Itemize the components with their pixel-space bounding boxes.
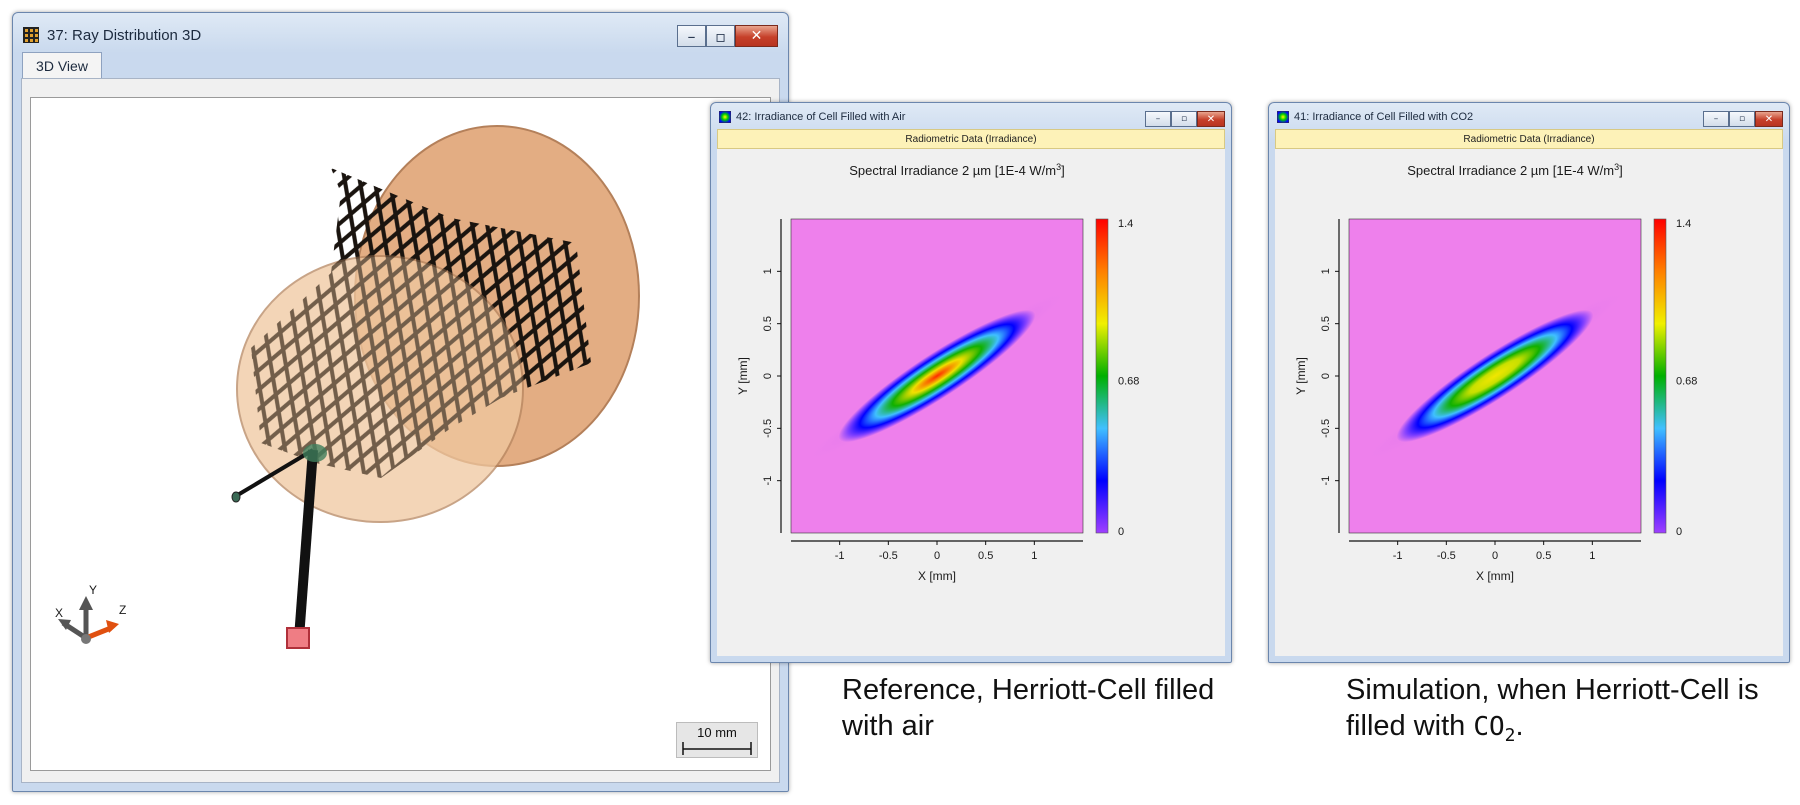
colorbar-tick-label: 1.4 (1676, 218, 1691, 230)
window-titlebar[interactable]: 37: Ray Distribution 3D (13, 13, 788, 57)
co2-formula-main: CO (1473, 712, 1505, 742)
colorbar-tick-label: 1.4 (1118, 218, 1133, 230)
tab-3d-view[interactable]: 3D View (22, 52, 102, 78)
3d-viewport[interactable]: Y X Z 10 mm (30, 97, 771, 771)
y-axis-label: Y [mm] (1294, 357, 1308, 395)
detector-marker (286, 627, 310, 649)
irradiance-co2-window: 41: Irradiance of Cell Filled with CO2 –… (1268, 102, 1790, 663)
caption-simulation: Simulation, when Herriott-Cell is filled… (1346, 672, 1766, 754)
axis-x-label: X (55, 606, 63, 620)
entry-point (303, 444, 327, 462)
close-button[interactable]: ✕ (735, 25, 778, 47)
maximize-button[interactable]: ▫ (706, 25, 735, 47)
axis-z-label: Z (119, 603, 126, 617)
x-tick-label: 0 (934, 550, 940, 562)
axis-y-label: Y (89, 583, 97, 597)
caption-simulation-text: Simulation, when Herriott-Cell is filled… (1346, 674, 1759, 742)
maximize-button[interactable]: ▫ (1171, 111, 1197, 127)
chart-title: Spectral Irradiance 2 µm [1E-4 W/m3] (1407, 162, 1623, 178)
x-tick-label: -0.5 (1437, 550, 1456, 562)
window-title: 42: Irradiance of Cell Filled with Air (736, 111, 906, 123)
irradiance-chart: Spectral Irradiance 2 µm [1E-4 W/m3] -1 -0… (1294, 162, 1697, 583)
x-tick-label: 0 (1492, 550, 1498, 562)
caption-reference: Reference, Herriott-Cell filled with air (842, 674, 1215, 742)
ray-distribution-window: 37: Ray Distribution 3D – ▫ ✕ 3D View Y … (12, 12, 789, 792)
heatmap-app-icon (1277, 111, 1289, 123)
minimize-button[interactable]: – (1145, 111, 1171, 127)
y-tick-label: 0 (1320, 373, 1332, 379)
heatmap-app-icon (719, 111, 731, 123)
x-tick-label: 1 (1031, 550, 1037, 562)
scale-bar: 10 mm (676, 722, 758, 758)
axes-triad: Y X Z (55, 583, 126, 644)
co2-formula: CO2 (1473, 712, 1515, 746)
x-tick-label: -0.5 (879, 550, 898, 562)
irradiance-plot-panel[interactable]: Spectral Irradiance 2 µm [1E-4 W/m3] -1 -0… (717, 149, 1225, 656)
minimize-button[interactable]: – (1703, 111, 1729, 127)
x-axis-label: X [mm] (1476, 569, 1514, 583)
colorbar-tick-label: 0.68 (1118, 375, 1139, 387)
radiometric-data-header: Radiometric Data (Irradiance) (1275, 129, 1783, 149)
x-axis-label: X [mm] (918, 569, 956, 583)
x-tick-label: 0.5 (1536, 550, 1551, 562)
window-title: 41: Irradiance of Cell Filled with CO2 (1294, 111, 1474, 123)
colorbar (1653, 218, 1667, 534)
radiometric-data-header: Radiometric Data (Irradiance) (717, 129, 1225, 149)
app-icon (23, 27, 39, 43)
y-tick-label: 0.5 (762, 316, 774, 331)
y-tick-label: 0.5 (1320, 316, 1332, 331)
y-tick-label: 0 (762, 373, 774, 379)
maximize-button[interactable]: ▫ (1729, 111, 1755, 127)
minimize-button[interactable]: – (677, 25, 706, 47)
x-tick-label: -1 (835, 550, 845, 562)
irradiance-air-window: 42: Irradiance of Cell Filled with Air –… (710, 102, 1232, 663)
source-marker (231, 491, 241, 503)
x-tick-label: 1 (1589, 550, 1595, 562)
irradiance-chart: Spectral Irradiance 2 µm [1E-4 W/m3] -1 -0… (736, 162, 1139, 583)
window-controls: – ▫ ✕ (1145, 111, 1225, 127)
close-button[interactable]: ✕ (1755, 111, 1783, 127)
co2-formula-subscript: 2 (1504, 725, 1516, 747)
ray-scene: Y X Z (55, 125, 640, 649)
y-tick-label: -1 (1320, 476, 1332, 486)
colorbar-tick-label: 0 (1676, 526, 1682, 538)
colorbar (1095, 218, 1109, 534)
y-tick-label: -0.5 (762, 419, 774, 438)
window-title: 37: Ray Distribution 3D (47, 26, 202, 44)
y-tick-label: 1 (762, 268, 774, 274)
y-tick-label: -0.5 (1320, 419, 1332, 438)
x-tick-label: 0.5 (978, 550, 993, 562)
colorbar-tick-label: 0.68 (1676, 375, 1697, 387)
y-tick-label: 1 (1320, 268, 1332, 274)
window-controls: – ▫ ✕ (677, 25, 778, 47)
close-button[interactable]: ✕ (1197, 111, 1225, 127)
view-frame: Y X Z 10 mm (21, 78, 780, 783)
y-axis-label: Y [mm] (736, 357, 750, 395)
irradiance-plot-panel[interactable]: Spectral Irradiance 2 µm [1E-4 W/m3] -1 -0… (1275, 149, 1783, 656)
window-controls: – ▫ ✕ (1703, 111, 1783, 127)
y-tick-label: -1 (762, 476, 774, 486)
caption-simulation-end: . (1515, 710, 1524, 742)
x-tick-label: -1 (1393, 550, 1403, 562)
colorbar-tick-label: 0 (1118, 526, 1124, 538)
chart-title: Spectral Irradiance 2 µm [1E-4 W/m3] (849, 162, 1065, 178)
